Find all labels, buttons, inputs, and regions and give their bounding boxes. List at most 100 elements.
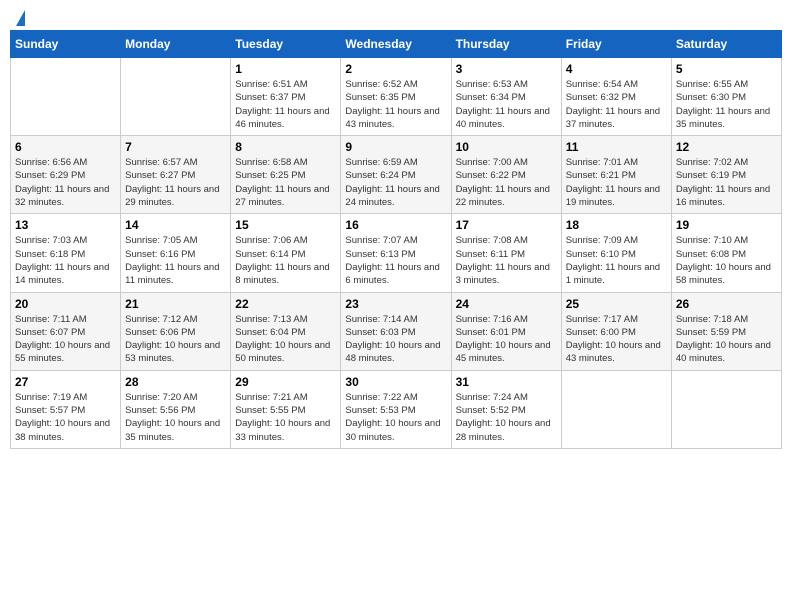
calendar-cell: 21 Sunrise: 7:12 AM Sunset: 6:06 PM Dayli…	[121, 292, 231, 370]
calendar-week-row: 20Sunrise: 7:11 AM Sunset: 6:07 PM Dayli…	[11, 292, 782, 370]
day-number: 23	[345, 297, 446, 311]
day-info: Sunrise: 6:54 AM Sunset: 6:32 PM Dayligh…	[566, 78, 667, 131]
calendar-week-row: 1Sunrise: 6:51 AM Sunset: 6:37 PM Daylig…	[11, 58, 782, 136]
day-number: 5	[676, 62, 777, 76]
day-number: 27	[15, 375, 116, 389]
day-number: 1	[235, 62, 336, 76]
day-number: 11	[566, 140, 667, 154]
weekday-header: Sunday	[11, 31, 121, 58]
day-number: 29	[235, 375, 336, 389]
weekday-header: Thursday	[451, 31, 561, 58]
calendar-cell: 29 Sunrise: 7:21 AM Sunset: 5:55 PM Dayli…	[231, 370, 341, 448]
day-info: Sunrise: 7:16 AM Sunset: 6:01 PM Dayligh…	[456, 313, 557, 366]
day-info: Sunrise: 6:57 AM Sunset: 6:27 PM Dayligh…	[125, 156, 226, 209]
day-number: 31	[456, 375, 557, 389]
calendar-cell	[121, 58, 231, 136]
weekday-header: Tuesday	[231, 31, 341, 58]
day-number: 16	[345, 218, 446, 232]
calendar-cell: 17Sunrise: 7:08 AM Sunset: 6:11 PM Dayli…	[451, 214, 561, 292]
calendar-cell: 7 Sunrise: 6:57 AM Sunset: 6:27 PM Daylig…	[121, 136, 231, 214]
weekday-header: Saturday	[671, 31, 781, 58]
day-info: Sunrise: 7:11 AM Sunset: 6:07 PM Dayligh…	[15, 313, 116, 366]
calendar-cell: 28 Sunrise: 7:20 AM Sunset: 5:56 PM Dayli…	[121, 370, 231, 448]
calendar-cell: 4 Sunrise: 6:54 AM Sunset: 6:32 PM Daylig…	[561, 58, 671, 136]
day-info: Sunrise: 7:14 AM Sunset: 6:03 PM Dayligh…	[345, 313, 446, 366]
calendar-cell: 2 Sunrise: 6:52 AM Sunset: 6:35 PM Daylig…	[341, 58, 451, 136]
calendar-cell: 3Sunrise: 6:53 AM Sunset: 6:34 PM Daylig…	[451, 58, 561, 136]
calendar-cell: 11 Sunrise: 7:01 AM Sunset: 6:21 PM Dayli…	[561, 136, 671, 214]
calendar-cell	[11, 58, 121, 136]
day-number: 28	[125, 375, 226, 389]
day-info: Sunrise: 7:17 AM Sunset: 6:00 PM Dayligh…	[566, 313, 667, 366]
calendar-cell: 9 Sunrise: 6:59 AM Sunset: 6:24 PM Daylig…	[341, 136, 451, 214]
calendar-cell	[561, 370, 671, 448]
day-info: Sunrise: 7:20 AM Sunset: 5:56 PM Dayligh…	[125, 391, 226, 444]
day-number: 30	[345, 375, 446, 389]
calendar-cell: 31 Sunrise: 7:24 AM Sunset: 5:52 PM Dayli…	[451, 370, 561, 448]
day-number: 7	[125, 140, 226, 154]
day-number: 22	[235, 297, 336, 311]
calendar-header-row: SundayMondayTuesdayWednesdayThursdayFrid…	[11, 31, 782, 58]
day-number: 18	[566, 218, 667, 232]
calendar-table: SundayMondayTuesdayWednesdayThursdayFrid…	[10, 30, 782, 449]
day-number: 26	[676, 297, 777, 311]
day-number: 15	[235, 218, 336, 232]
calendar-cell: 10 Sunrise: 7:00 AM Sunset: 6:22 PM Dayli…	[451, 136, 561, 214]
day-info: Sunrise: 7:06 AM Sunset: 6:14 PM Dayligh…	[235, 234, 336, 287]
calendar-cell: 15 Sunrise: 7:06 AM Sunset: 6:14 PM Dayli…	[231, 214, 341, 292]
calendar-cell: 8 Sunrise: 6:58 AM Sunset: 6:25 PM Daylig…	[231, 136, 341, 214]
day-info: Sunrise: 6:59 AM Sunset: 6:24 PM Dayligh…	[345, 156, 446, 209]
calendar-cell: 23 Sunrise: 7:14 AM Sunset: 6:03 PM Dayli…	[341, 292, 451, 370]
day-info: Sunrise: 7:19 AM Sunset: 5:57 PM Dayligh…	[15, 391, 116, 444]
logo-triangle-icon	[16, 10, 25, 26]
day-number: 10	[456, 140, 557, 154]
day-info: Sunrise: 6:58 AM Sunset: 6:25 PM Dayligh…	[235, 156, 336, 209]
calendar-week-row: 13Sunrise: 7:03 AM Sunset: 6:18 PM Dayli…	[11, 214, 782, 292]
day-number: 14	[125, 218, 226, 232]
day-number: 8	[235, 140, 336, 154]
day-number: 3	[456, 62, 557, 76]
day-number: 2	[345, 62, 446, 76]
day-number: 24	[456, 297, 557, 311]
calendar-cell: 12 Sunrise: 7:02 AM Sunset: 6:19 PM Dayli…	[671, 136, 781, 214]
day-info: Sunrise: 6:56 AM Sunset: 6:29 PM Dayligh…	[15, 156, 116, 209]
calendar-week-row: 27 Sunrise: 7:19 AM Sunset: 5:57 PM Dayli…	[11, 370, 782, 448]
day-info: Sunrise: 7:01 AM Sunset: 6:21 PM Dayligh…	[566, 156, 667, 209]
day-info: Sunrise: 7:18 AM Sunset: 5:59 PM Dayligh…	[676, 313, 777, 366]
day-number: 13	[15, 218, 116, 232]
calendar-cell: 22 Sunrise: 7:13 AM Sunset: 6:04 PM Dayli…	[231, 292, 341, 370]
day-info: Sunrise: 7:08 AM Sunset: 6:11 PM Dayligh…	[456, 234, 557, 287]
day-info: Sunrise: 7:05 AM Sunset: 6:16 PM Dayligh…	[125, 234, 226, 287]
calendar-cell: 6 Sunrise: 6:56 AM Sunset: 6:29 PM Daylig…	[11, 136, 121, 214]
day-info: Sunrise: 7:10 AM Sunset: 6:08 PM Dayligh…	[676, 234, 777, 287]
calendar-cell: 30 Sunrise: 7:22 AM Sunset: 5:53 PM Dayli…	[341, 370, 451, 448]
day-number: 6	[15, 140, 116, 154]
calendar-cell: 1Sunrise: 6:51 AM Sunset: 6:37 PM Daylig…	[231, 58, 341, 136]
calendar-cell: 18 Sunrise: 7:09 AM Sunset: 6:10 PM Dayli…	[561, 214, 671, 292]
weekday-header: Friday	[561, 31, 671, 58]
day-number: 9	[345, 140, 446, 154]
day-number: 25	[566, 297, 667, 311]
day-info: Sunrise: 7:09 AM Sunset: 6:10 PM Dayligh…	[566, 234, 667, 287]
calendar-cell: 19Sunrise: 7:10 AM Sunset: 6:08 PM Dayli…	[671, 214, 781, 292]
day-number: 12	[676, 140, 777, 154]
calendar-week-row: 6 Sunrise: 6:56 AM Sunset: 6:29 PM Daylig…	[11, 136, 782, 214]
day-number: 21	[125, 297, 226, 311]
calendar-cell	[671, 370, 781, 448]
day-info: Sunrise: 7:13 AM Sunset: 6:04 PM Dayligh…	[235, 313, 336, 366]
day-number: 4	[566, 62, 667, 76]
weekday-header: Wednesday	[341, 31, 451, 58]
day-info: Sunrise: 7:12 AM Sunset: 6:06 PM Dayligh…	[125, 313, 226, 366]
day-info: Sunrise: 6:52 AM Sunset: 6:35 PM Dayligh…	[345, 78, 446, 131]
calendar-cell: 13Sunrise: 7:03 AM Sunset: 6:18 PM Dayli…	[11, 214, 121, 292]
page-header	[10, 10, 782, 22]
calendar-cell: 27 Sunrise: 7:19 AM Sunset: 5:57 PM Dayli…	[11, 370, 121, 448]
day-info: Sunrise: 7:00 AM Sunset: 6:22 PM Dayligh…	[456, 156, 557, 209]
calendar-cell: 25 Sunrise: 7:17 AM Sunset: 6:00 PM Dayli…	[561, 292, 671, 370]
day-info: Sunrise: 6:55 AM Sunset: 6:30 PM Dayligh…	[676, 78, 777, 131]
day-info: Sunrise: 7:22 AM Sunset: 5:53 PM Dayligh…	[345, 391, 446, 444]
calendar-cell: 14 Sunrise: 7:05 AM Sunset: 6:16 PM Dayli…	[121, 214, 231, 292]
day-info: Sunrise: 7:21 AM Sunset: 5:55 PM Dayligh…	[235, 391, 336, 444]
day-info: Sunrise: 7:24 AM Sunset: 5:52 PM Dayligh…	[456, 391, 557, 444]
day-info: Sunrise: 7:02 AM Sunset: 6:19 PM Dayligh…	[676, 156, 777, 209]
